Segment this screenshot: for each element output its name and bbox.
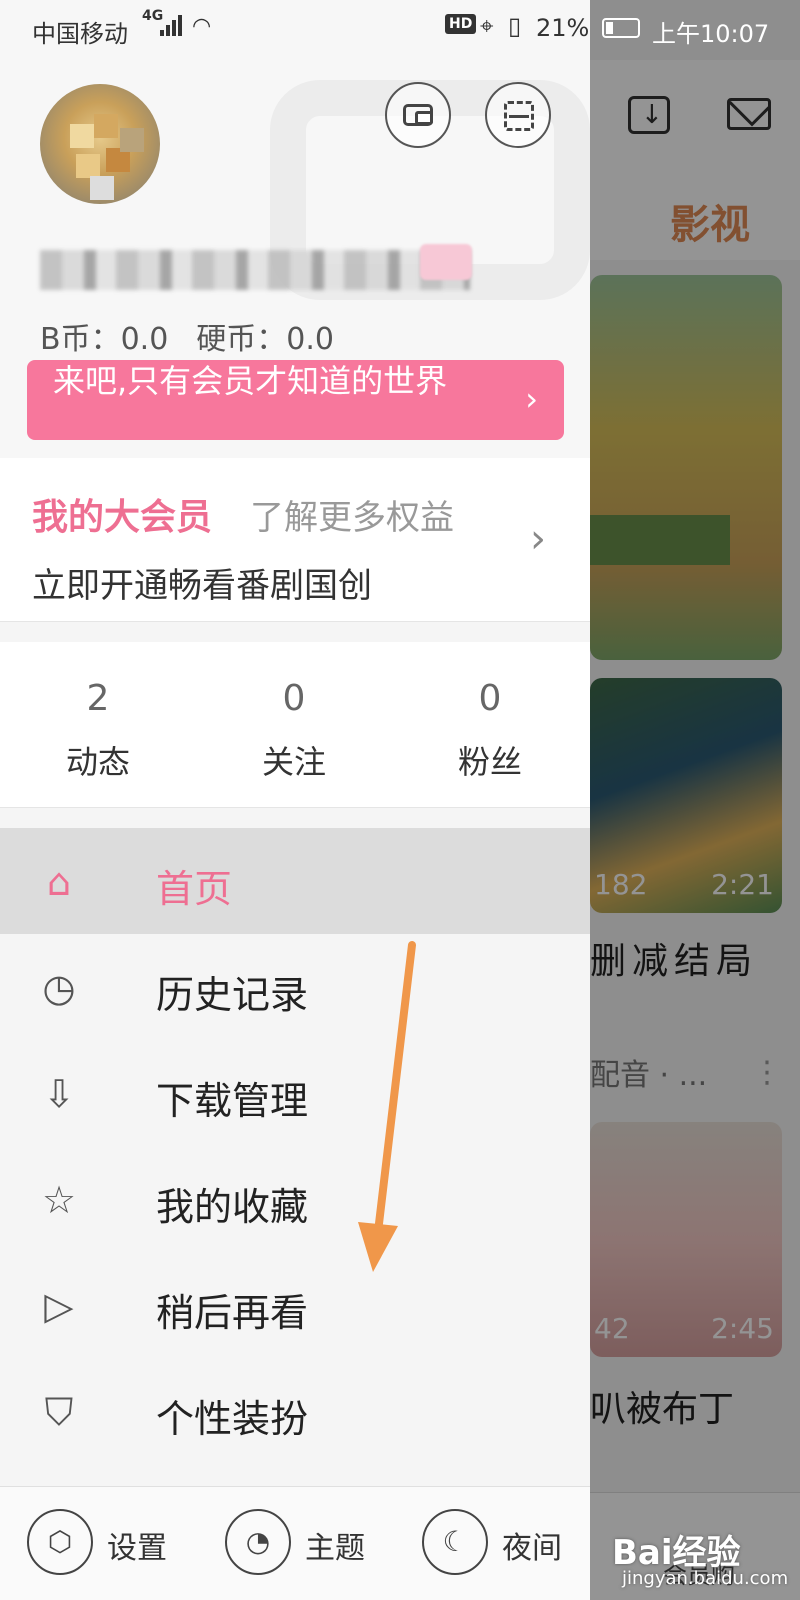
stat-value: 0 bbox=[478, 678, 502, 719]
theme-label: 主题 bbox=[305, 1531, 365, 1566]
download-folder-icon: ⇩ bbox=[43, 1072, 75, 1116]
tshirt-icon: ⛉ bbox=[44, 1390, 74, 1434]
menu-item-label: 首页 bbox=[156, 867, 233, 911]
menu-item-watch-later[interactable]: ▷ 稍后再看 bbox=[0, 1252, 590, 1358]
carrier-name: 中国移动 bbox=[32, 20, 128, 48]
chevron-right-icon: › bbox=[530, 516, 546, 562]
vip-promo-banner[interactable]: 来吧,只有会员才知道的世界 › bbox=[27, 360, 564, 440]
baidu-watermark-url: jingyan.baidu.com bbox=[622, 1568, 789, 1589]
menu-item-label: 稍后再看 bbox=[156, 1291, 309, 1335]
wallet-icon bbox=[403, 104, 433, 126]
battery-icon bbox=[602, 18, 640, 38]
stat-following[interactable]: 0 关注 bbox=[196, 642, 392, 807]
menu-item-label: 下载管理 bbox=[156, 1079, 309, 1123]
navigation-drawer: B币：0.0 硬币：0.0 来吧,只有会员才知道的世界 › 我的大会员 了解更多权… bbox=[0, 0, 590, 1600]
membership-title: 我的大会员 bbox=[32, 497, 213, 538]
stat-value: 2 bbox=[86, 678, 110, 719]
membership-more-link[interactable]: 了解更多权益 bbox=[250, 490, 454, 539]
history-icon: ◷ bbox=[42, 966, 76, 1010]
scan-button[interactable] bbox=[485, 82, 551, 148]
watch-later-icon: ▷ bbox=[44, 1284, 74, 1328]
menu-item-label: 我的收藏 bbox=[156, 1185, 309, 1229]
night-label: 夜间 bbox=[502, 1531, 562, 1566]
home-icon: ⌂ bbox=[46, 860, 72, 904]
vibrate-icon: ▯ bbox=[508, 12, 522, 40]
user-stats: 2 动态 0 关注 0 粉丝 bbox=[0, 642, 590, 808]
menu-item-home[interactable]: ⌂ 首页 bbox=[0, 828, 590, 934]
menu-item-themes-dressup[interactable]: ⛉ 个性装扮 bbox=[0, 1358, 590, 1464]
baidu-watermark: Bai经验 bbox=[612, 1533, 741, 1573]
menu-item-label: 个性装扮 bbox=[156, 1397, 309, 1441]
membership-section[interactable]: 我的大会员 了解更多权益 立即开通畅看番剧国创 › bbox=[0, 458, 590, 622]
menu-item-history[interactable]: ◷ 历史记录 bbox=[0, 934, 590, 1040]
stat-label: 粉丝 bbox=[457, 743, 522, 781]
vip-promo-text: 来吧,只有会员才知道的世界 bbox=[53, 362, 448, 400]
wifi-icon: ◠ bbox=[192, 14, 212, 39]
scan-icon bbox=[504, 101, 534, 131]
coin-balance: B币：0.0 硬币：0.0 bbox=[40, 314, 334, 358]
username-blurred[interactable] bbox=[40, 250, 470, 290]
clock: 上午10:07 bbox=[652, 20, 770, 48]
gear-icon: ⬡ bbox=[27, 1509, 93, 1575]
vip-badge bbox=[420, 244, 472, 280]
menu-item-favorites[interactable]: ☆ 我的收藏 bbox=[0, 1146, 590, 1252]
b-coin-balance: B币：0.0 bbox=[40, 322, 169, 357]
location-icon: ⌖ bbox=[480, 12, 494, 40]
stat-label: 关注 bbox=[261, 743, 326, 781]
membership-description: 立即开通畅看番剧国创 bbox=[32, 566, 372, 606]
settings-label: 设置 bbox=[107, 1531, 167, 1566]
wallet-button[interactable] bbox=[385, 82, 451, 148]
hd-icon: HD bbox=[445, 14, 477, 34]
chevron-right-icon: › bbox=[525, 380, 538, 418]
status-bar: 中国移动 4G ◠ HD ⌖ ▯ 21% 上午10:07 bbox=[0, 0, 800, 56]
palette-icon: ◔ bbox=[225, 1509, 291, 1575]
coin-balance-value: 硬币：0.0 bbox=[196, 322, 335, 357]
drawer-bottom-bar: ⬡ 设置 ◔ 主题 ☾ 夜间 bbox=[0, 1486, 590, 1600]
menu-item-downloads[interactable]: ⇩ 下载管理 bbox=[0, 1040, 590, 1146]
stat-followers[interactable]: 0 粉丝 bbox=[392, 642, 588, 807]
battery-percent: 21% bbox=[536, 14, 590, 42]
drawer-menu: ⌂ 首页 ◷ 历史记录 ⇩ 下载管理 ☆ 我的收藏 ▷ 稍后再看 ⛉ 个性装扮 bbox=[0, 828, 590, 1464]
menu-item-label: 历史记录 bbox=[156, 973, 309, 1017]
star-icon: ☆ bbox=[41, 1178, 77, 1222]
moon-icon: ☾ bbox=[422, 1509, 488, 1575]
signal-icon bbox=[160, 14, 186, 36]
stat-label: 动态 bbox=[65, 743, 130, 781]
stat-dynamics[interactable]: 2 动态 bbox=[0, 642, 196, 807]
profile-header: B币：0.0 硬币：0.0 来吧,只有会员才知道的世界 › bbox=[0, 0, 590, 458]
stat-value: 0 bbox=[282, 678, 306, 719]
avatar[interactable] bbox=[40, 84, 160, 204]
